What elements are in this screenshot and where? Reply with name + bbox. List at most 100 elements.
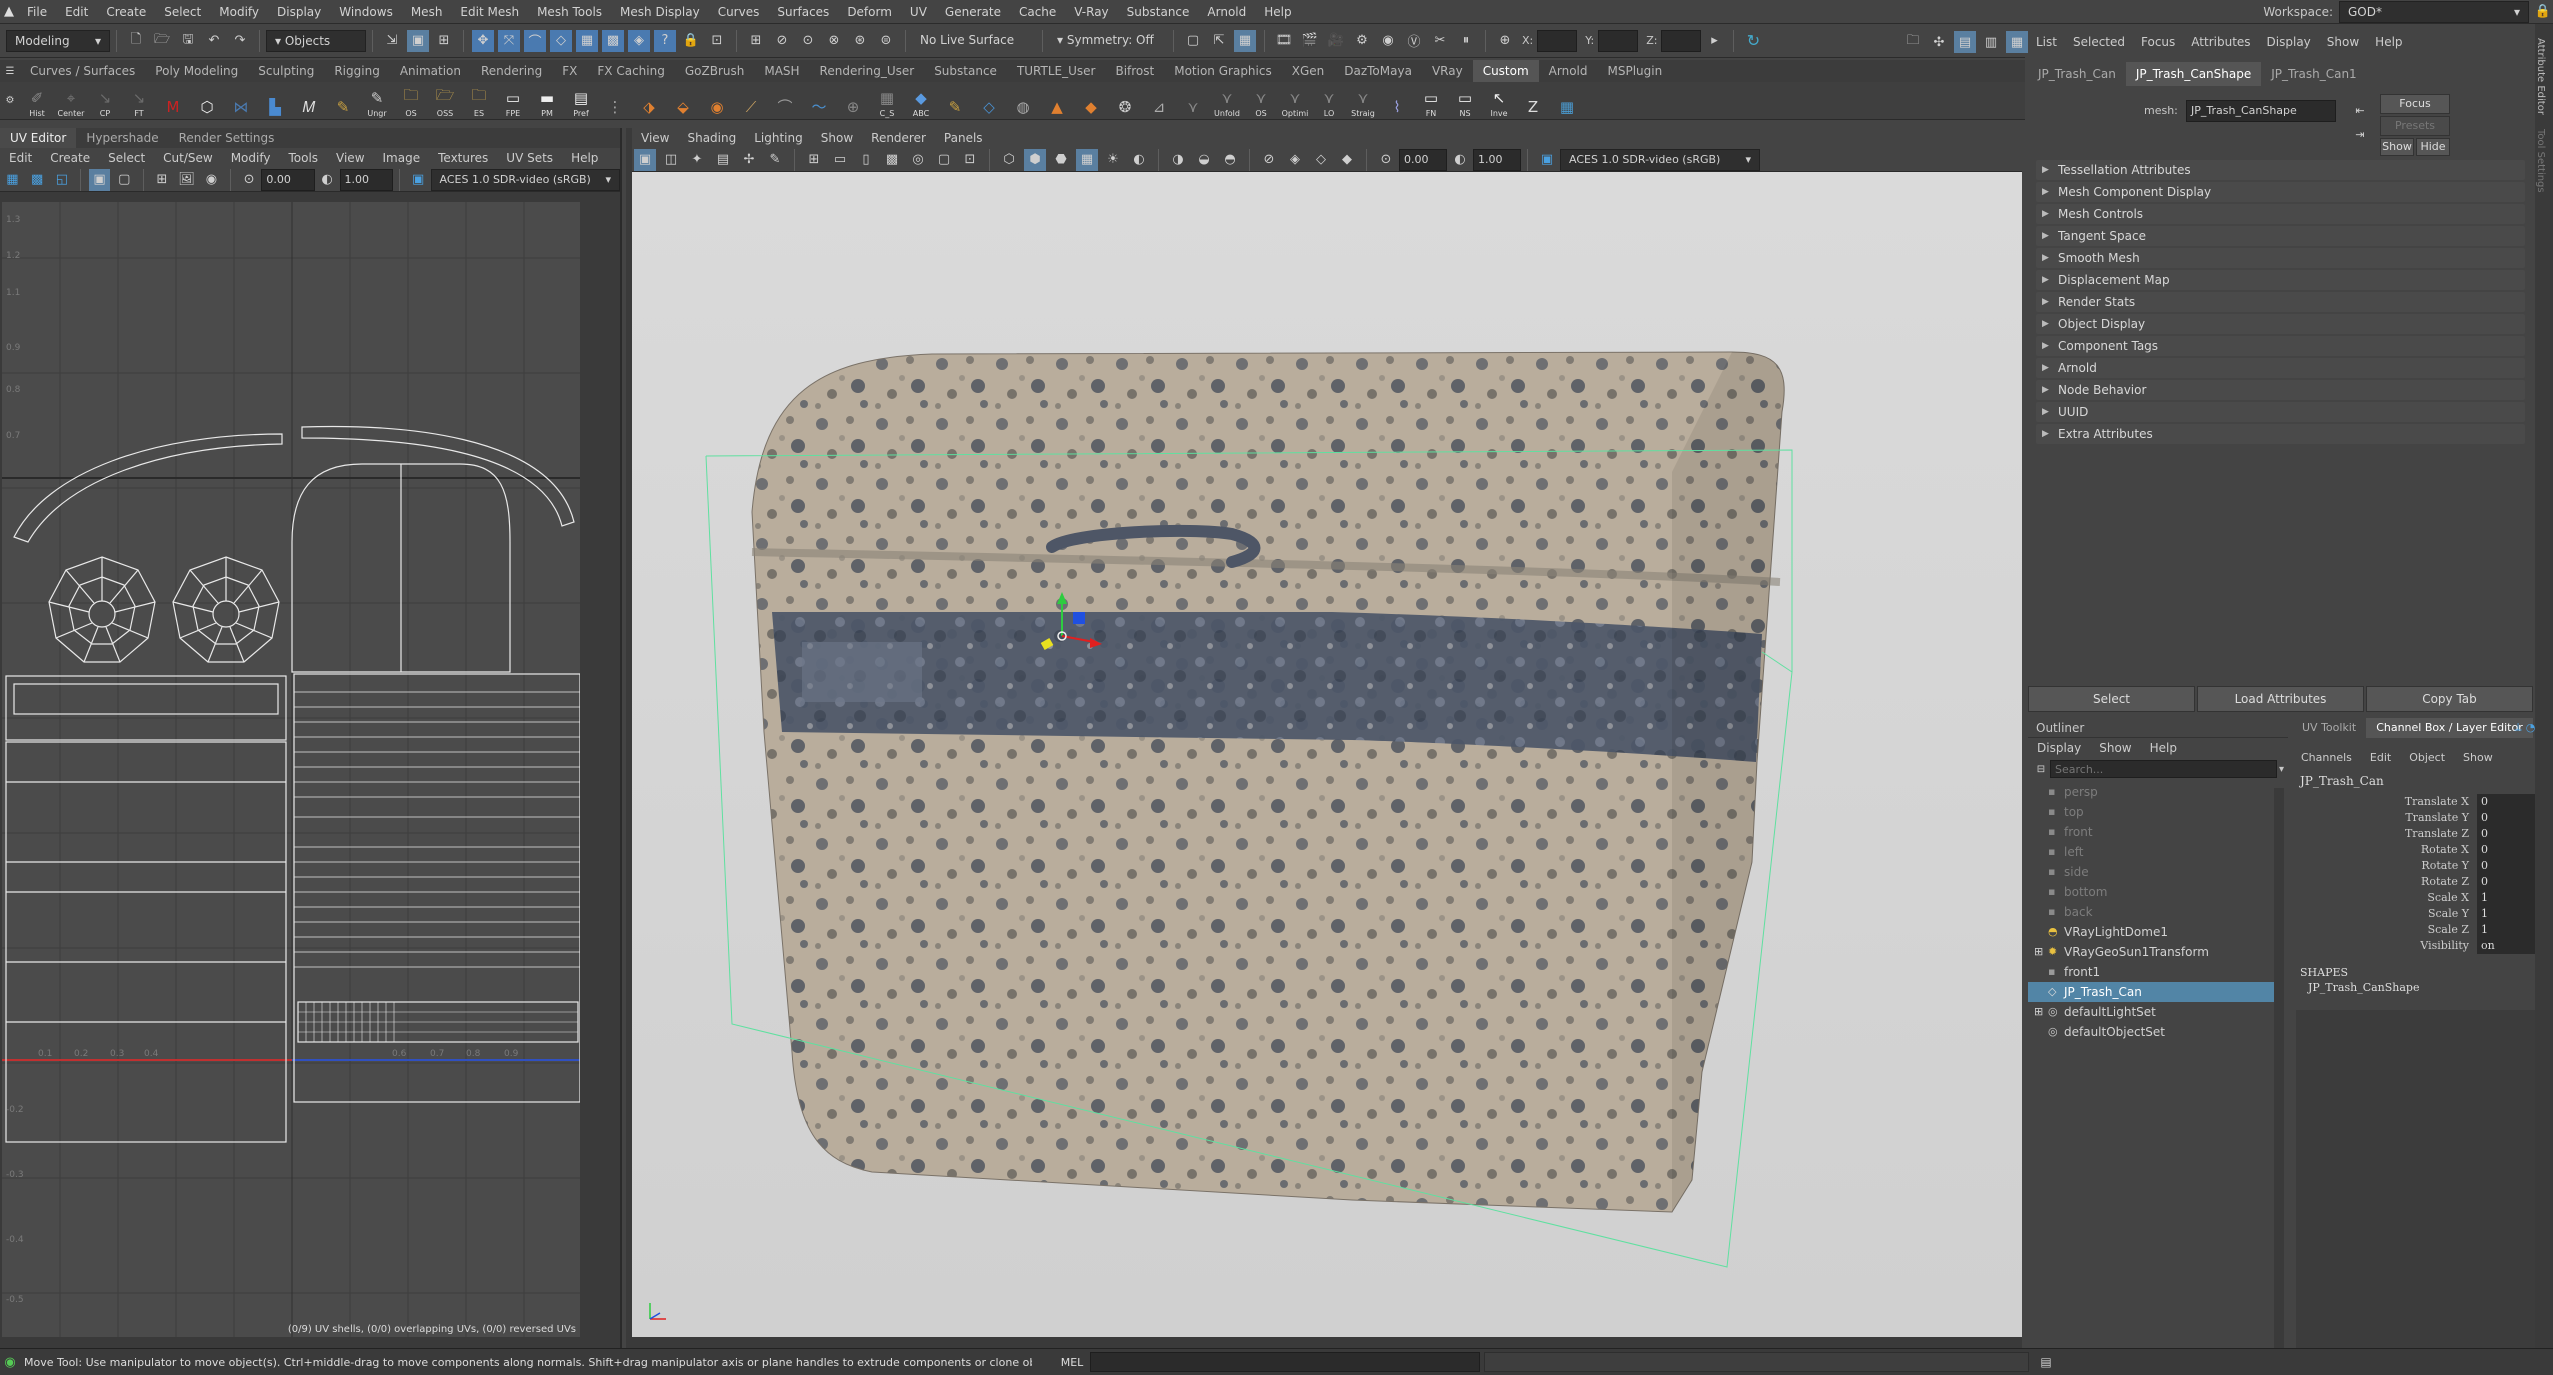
shelf-settings-icon[interactable]: ⚙ <box>2 90 18 112</box>
color-management-icon[interactable]: ▣ <box>408 169 429 191</box>
gate-mask-icon[interactable]: ▩ <box>881 149 903 171</box>
outliner-menu-help[interactable]: Help <box>2141 738 2186 758</box>
mask-misc-icon[interactable]: ? <box>654 29 676 52</box>
field-chart-icon[interactable]: ◎ <box>907 149 929 171</box>
shelf-button-31[interactable]: ◆ <box>1076 84 1106 118</box>
ae-menu-attributes[interactable]: Attributes <box>2183 35 2258 49</box>
goto-output-icon[interactable]: ⇥ <box>2352 126 2368 142</box>
uv-display-icon[interactable]: ◱ <box>51 169 72 191</box>
uv-menu-textures[interactable]: Textures <box>429 148 497 168</box>
shelf-tab-gozbrush[interactable]: GoZBrush <box>675 60 755 82</box>
y-field[interactable] <box>1598 29 1639 52</box>
menu-uv[interactable]: UV <box>901 0 936 24</box>
shelf-button-8[interactable]: 𝑀 <box>294 84 324 118</box>
ae-menu-focus[interactable]: Focus <box>2133 35 2183 49</box>
channel-box-settings-icon[interactable]: ◔ <box>2526 721 2536 734</box>
shelf-tab-animation[interactable]: Animation <box>390 60 471 82</box>
x-field[interactable] <box>1537 29 1578 52</box>
ambient-occlusion-icon[interactable]: ◑ <box>1167 149 1189 171</box>
motion-blur-icon[interactable]: ◒ <box>1193 149 1215 171</box>
open-scene-icon[interactable]: 🗁 <box>151 30 173 52</box>
outliner-item[interactable]: ▪ side <box>2028 862 2280 882</box>
ae-menu-display[interactable]: Display <box>2259 35 2319 49</box>
highlight-selection-icon[interactable]: ⊡ <box>706 30 728 52</box>
load-attributes-button[interactable]: Load Attributes <box>2197 686 2364 712</box>
shelf-button-34[interactable]: ⋎ <box>1178 84 1208 118</box>
mask-handle-icon[interactable]: ✥ <box>472 29 494 52</box>
channel-row[interactable]: Scale X1 <box>2292 890 2553 906</box>
cb-tab-uv-toolkit[interactable]: UV Toolkit <box>2292 718 2366 738</box>
shelf-tab-rigging[interactable]: Rigging <box>324 60 389 82</box>
tab-hypershade[interactable]: Hypershade <box>76 128 168 148</box>
input-ops-icon[interactable]: ⇱ <box>1208 30 1230 52</box>
shelf-tab-curves-surfaces[interactable]: Curves / Surfaces <box>20 60 145 82</box>
outliner-item[interactable]: ▪ front1 <box>2028 962 2280 982</box>
shelf-button-18[interactable]: ⬗ <box>634 84 664 118</box>
snap-point-icon[interactable]: ⊙ <box>797 30 819 52</box>
use-lights-icon[interactable]: ☀ <box>1102 149 1124 171</box>
outliner-item[interactable]: ⊞ ◎ defaultLightSet <box>2028 1002 2280 1022</box>
shelf-button-20[interactable]: ◉ <box>702 84 732 118</box>
vp-color-management-icon[interactable]: ▣ <box>1536 149 1558 171</box>
shelf-tab-substance[interactable]: Substance <box>924 60 1007 82</box>
snap-surface-icon[interactable]: ⊛ <box>849 30 871 52</box>
mask-joint-icon[interactable]: ⤧ <box>498 29 520 52</box>
section-mesh-controls[interactable]: Mesh Controls <box>2036 204 2525 224</box>
shelf-menu-icon[interactable]: ☰ <box>2 60 18 82</box>
expand-icon[interactable]: ⊞ <box>2034 1002 2043 1022</box>
channel-row[interactable]: Translate X0 <box>2292 794 2553 810</box>
wireframe-icon[interactable]: ⬡ <box>998 149 1020 171</box>
menu-cache[interactable]: Cache <box>1010 0 1065 24</box>
uv-menu-edit[interactable]: Edit <box>0 148 41 168</box>
viewport-menu-show[interactable]: Show <box>812 128 862 148</box>
uv-menu-help[interactable]: Help <box>562 148 607 168</box>
ae-menu-list[interactable]: List <box>2028 35 2065 49</box>
vp-exposure-field[interactable]: 0.00 <box>1399 148 1447 171</box>
selection-mode-dropdown[interactable]: ▾ Objects <box>266 29 366 52</box>
section-render-stats[interactable]: Render Stats <box>2036 292 2525 312</box>
shelf-button-32[interactable]: ❂ <box>1110 84 1140 118</box>
arnold-render-icon[interactable]: ✂ <box>1429 30 1451 52</box>
vp-gamma-field[interactable]: 1.00 <box>1473 148 1521 171</box>
shelf-button-optimi[interactable]: ⋎ Optimi <box>1280 84 1310 118</box>
ae-tab-jp-trash-can[interactable]: JP_Trash_Can <box>2028 62 2126 86</box>
outliner-item[interactable]: ◎ defaultObjectSet <box>2028 1022 2280 1042</box>
ae-tab-jp-trash-canshape[interactable]: JP_Trash_CanShape <box>2125 62 2262 86</box>
shelf-button-4[interactable]: M <box>158 84 188 118</box>
channel-box-toggle-icon[interactable]: ▦ <box>2006 31 2028 53</box>
bookmark-icon[interactable]: ✦ <box>686 149 708 171</box>
expand-icon[interactable]: ⊞ <box>2034 942 2043 962</box>
mask-surface-icon[interactable]: ◇ <box>550 29 572 52</box>
channel-row[interactable]: Rotate Z0 <box>2292 874 2553 890</box>
shelf-tab-fx[interactable]: FX <box>552 60 587 82</box>
uv-menu-create[interactable]: Create <box>41 148 99 168</box>
shelf-button-19[interactable]: ⬙ <box>668 84 698 118</box>
camera-attributes-icon[interactable]: ◫ <box>660 149 682 171</box>
mask-render-icon[interactable]: ◈ <box>628 29 650 52</box>
menu-generate[interactable]: Generate <box>936 0 1010 24</box>
history-on-icon[interactable]: ▢ <box>1182 30 1204 52</box>
outliner-menu-display[interactable]: Display <box>2028 738 2090 758</box>
menu-mesh-tools[interactable]: Mesh Tools <box>528 0 611 24</box>
uv-exposure-field[interactable]: 0.00 <box>261 168 315 191</box>
safe-title-icon[interactable]: ⊡ <box>959 149 981 171</box>
attribute-editor-vertical-tab[interactable]: Attribute Editor <box>2535 24 2546 115</box>
viewport-menu-shading[interactable]: Shading <box>678 128 745 148</box>
uv-menu-view[interactable]: View <box>327 148 373 168</box>
shelf-tab-xgen[interactable]: XGen <box>1282 60 1335 82</box>
menu-substance[interactable]: Substance <box>1118 0 1199 24</box>
transform-mode-icon[interactable]: ⊕ <box>1494 30 1516 52</box>
anti-aliasing-icon[interactable]: ◓ <box>1219 149 1241 171</box>
shelf-button-abc[interactable]: ◆ ABC <box>906 84 936 118</box>
shelf-button-5[interactable]: ⬡ <box>192 84 222 118</box>
channel-row[interactable]: Scale Z1 <box>2292 922 2553 938</box>
grease-pencil-icon[interactable]: ✎ <box>764 149 786 171</box>
shelf-button-28[interactable]: ◇ <box>974 84 1004 118</box>
uv-shaded-icon[interactable]: ▦ <box>2 169 23 191</box>
maya-logo-icon[interactable]: ▲ <box>0 4 18 19</box>
uv-grid-icon[interactable]: ▣ <box>89 168 110 191</box>
mask-curve-icon[interactable]: ⌒ <box>524 29 546 52</box>
uv-pixel-snap-icon[interactable]: ⊞ <box>152 169 173 191</box>
section-arnold[interactable]: Arnold <box>2036 358 2525 378</box>
shelf-tab-turtle-user[interactable]: TURTLE_User <box>1007 60 1106 82</box>
